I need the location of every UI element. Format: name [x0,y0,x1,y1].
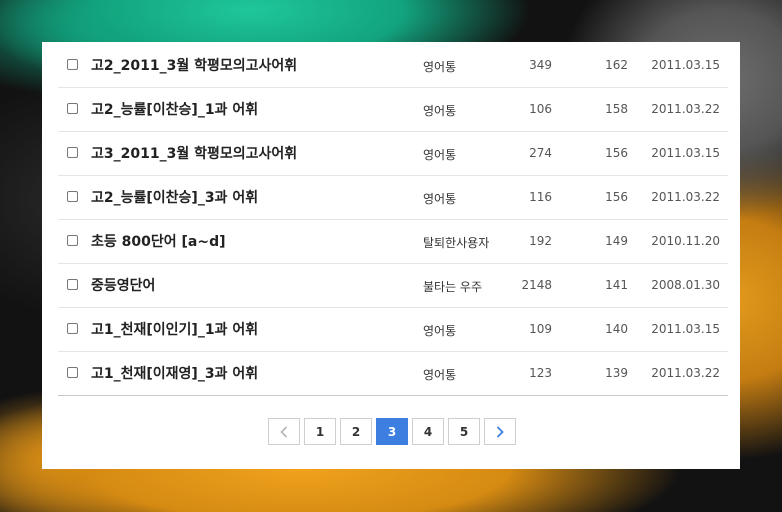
row-checkbox[interactable] [67,59,78,70]
page-button-2[interactable]: 2 [340,418,372,445]
list-item[interactable]: 고2_2011_3월 학평모의고사어휘 영어통 349 162 2011.03.… [58,44,728,88]
chevron-left-icon [280,425,288,438]
item-date: 2011.03.15 [651,58,720,72]
item-date: 2011.03.22 [651,366,720,380]
item-count-a: 2148 [521,278,552,292]
list-item[interactable]: 중등영단어 불타는 우주 2148 141 2008.01.30 [58,264,728,308]
item-author: 영어통 [423,60,457,74]
item-title[interactable]: 고2_2011_3월 학평모의고사어휘 [91,55,297,75]
item-count-b: 156 [605,190,628,204]
list-item[interactable]: 고1_천재[이재영]_3과 어휘 영어통 123 139 2011.03.22 [58,352,728,396]
page-button-5[interactable]: 5 [448,418,480,445]
item-author: 영어통 [423,368,457,382]
page-button-4[interactable]: 4 [412,418,444,445]
item-date: 2010.11.20 [651,234,720,248]
item-title[interactable]: 고1_천재[이인기]_1과 어휘 [91,319,258,339]
item-date: 2011.03.22 [651,102,720,116]
item-author: 탈퇴한사용자 [423,236,490,250]
item-count-b: 139 [605,366,628,380]
item-author: 영어통 [423,104,457,118]
item-title[interactable]: 초등 800단어 [a~d] [91,231,226,251]
item-count-b: 149 [605,234,628,248]
item-count-a: 123 [529,366,552,380]
item-count-a: 106 [529,102,552,116]
item-count-b: 140 [605,322,628,336]
next-page-button[interactable] [484,418,516,445]
item-count-b: 162 [605,58,628,72]
list-item[interactable]: 초등 800단어 [a~d] 탈퇴한사용자 192 149 2010.11.20 [58,220,728,264]
list-item[interactable]: 고1_천재[이인기]_1과 어휘 영어통 109 140 2011.03.15 [58,308,728,352]
item-title[interactable]: 고3_2011_3월 학평모의고사어휘 [91,143,297,163]
page-button-3-current[interactable]: 3 [376,418,408,445]
item-count-a: 109 [529,322,552,336]
item-title[interactable]: 고2_능률[이찬승]_1과 어휘 [91,99,258,119]
item-author: 불타는 우주 [423,280,483,294]
item-count-b: 158 [605,102,628,116]
item-author: 영어통 [423,148,457,162]
page-button-1[interactable]: 1 [304,418,336,445]
row-checkbox[interactable] [67,323,78,334]
item-date: 2011.03.22 [651,190,720,204]
list-item[interactable]: 고2_능률[이찬승]_1과 어휘 영어통 106 158 2011.03.22 [58,88,728,132]
word-list-panel: 고2_2011_3월 학평모의고사어휘 영어통 349 162 2011.03.… [42,42,740,469]
row-checkbox[interactable] [67,191,78,202]
item-count-a: 274 [529,146,552,160]
row-checkbox[interactable] [67,235,78,246]
list-item[interactable]: 고3_2011_3월 학평모의고사어휘 영어통 274 156 2011.03.… [58,132,728,176]
prev-page-button[interactable] [268,418,300,445]
item-title[interactable]: 중등영단어 [91,275,155,295]
item-date: 2011.03.15 [651,322,720,336]
row-checkbox[interactable] [67,279,78,290]
item-count-a: 349 [529,58,552,72]
row-checkbox[interactable] [67,367,78,378]
row-checkbox[interactable] [67,147,78,158]
item-date: 2008.01.30 [651,278,720,292]
item-author: 영어통 [423,324,457,338]
chevron-right-icon [496,425,504,438]
item-title[interactable]: 고2_능률[이찬승]_3과 어휘 [91,187,258,207]
list-item[interactable]: 고2_능률[이찬승]_3과 어휘 영어통 116 156 2011.03.22 [58,176,728,220]
item-date: 2011.03.15 [651,146,720,160]
row-checkbox[interactable] [67,103,78,114]
word-list: 고2_2011_3월 학평모의고사어휘 영어통 349 162 2011.03.… [58,44,728,396]
item-count-b: 141 [605,278,628,292]
pagination: 1 2 3 4 5 [268,418,516,445]
item-title[interactable]: 고1_천재[이재영]_3과 어휘 [91,363,258,383]
item-count-a: 192 [529,234,552,248]
item-count-a: 116 [529,190,552,204]
item-author: 영어통 [423,192,457,206]
item-count-b: 156 [605,146,628,160]
